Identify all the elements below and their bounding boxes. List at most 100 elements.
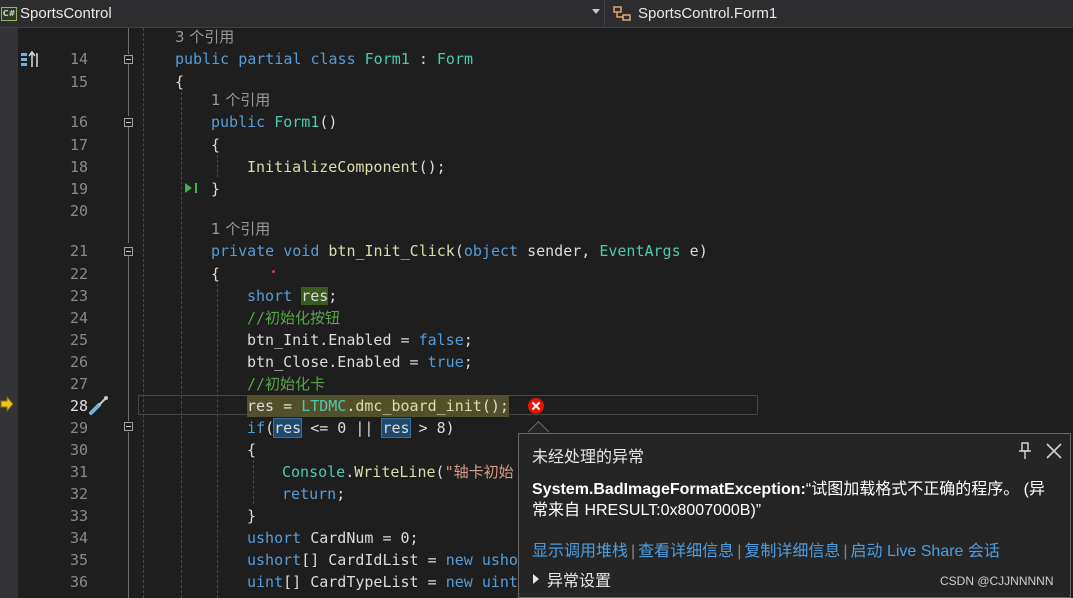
link-separator: | — [737, 543, 742, 560]
code-line-25: btn_Init.Enabled = false; — [247, 329, 473, 351]
punctuation: : — [418, 50, 428, 68]
member-dropdown[interactable]: SportsControl.Form1 — [612, 0, 777, 27]
line-number: 33 — [69, 507, 88, 525]
keyword: false — [418, 331, 464, 349]
view-details-link[interactable]: 查看详细信息 — [638, 543, 734, 560]
code-line-27-comment: //初始化卡 — [247, 375, 326, 393]
line-number: 35 — [69, 551, 88, 569]
keyword: partial — [238, 50, 302, 68]
line-number: 19 — [69, 180, 88, 198]
code-line-35: ushort[] CardIdList = new ushor — [247, 549, 527, 571]
codelens-references[interactable]: 1 个引用 — [211, 89, 270, 111]
line-number: 18 — [69, 158, 88, 176]
code-line-22: { — [211, 265, 221, 283]
line-number: 26 — [69, 353, 88, 371]
line-number: 31 — [69, 463, 88, 481]
collapse-toggle[interactable] — [124, 422, 133, 431]
code-line-19: } — [211, 180, 221, 198]
type-name: Form1 — [274, 113, 320, 131]
punctuation: ; — [463, 353, 473, 371]
member-access: .Enabled = — [328, 353, 428, 371]
code-line-16: public Form1() — [211, 111, 337, 133]
line-number: 14 — [69, 50, 88, 68]
indicator-margin[interactable] — [0, 28, 18, 598]
punctuation: (); — [481, 397, 509, 415]
project-dropdown[interactable]: C# SportsControl — [0, 0, 605, 27]
line-number: 25 — [69, 331, 88, 349]
project-dropdown-label: SportsControl — [20, 5, 112, 22]
show-call-stack-link[interactable]: 显示调用堆栈 — [532, 543, 628, 560]
punctuation: (); — [418, 158, 446, 176]
codelens-sort-icon[interactable] — [20, 50, 40, 70]
collapse-toggle[interactable] — [124, 118, 133, 127]
keyword: ushort — [247, 551, 302, 569]
outline-line — [128, 127, 129, 243]
code-text: [] CardIdList = — [301, 551, 446, 569]
start-live-share-link[interactable]: 启动 Live Share 会话 — [851, 543, 1000, 560]
keyword: uint — [247, 573, 284, 591]
code-line-21: private void btn_Init_Click(object sende… — [211, 242, 708, 260]
keyword: true — [427, 353, 464, 371]
indent-guide — [217, 155, 218, 177]
line-number: 34 — [69, 529, 88, 547]
line-number: 29 — [69, 419, 88, 437]
method-name: dmc_board_init — [355, 397, 482, 415]
identifier: res — [247, 397, 275, 415]
line-number: 36 — [69, 573, 88, 591]
chevron-down-icon[interactable] — [592, 9, 600, 14]
code-line-34: ushort CardNum = 0; — [247, 527, 419, 549]
exception-settings-toggle[interactable]: 异常设置 — [533, 567, 611, 591]
code-line-26: btn_Close.Enabled = true; — [247, 351, 473, 373]
keyword: uint — [481, 573, 518, 591]
collapse-toggle[interactable] — [124, 55, 133, 64]
run-to-click-icon[interactable] — [183, 182, 199, 194]
close-icon[interactable] — [1045, 442, 1063, 460]
collapse-toggle[interactable] — [124, 247, 133, 256]
code-line-23: short res; — [247, 285, 337, 307]
line-number: 24 — [69, 309, 88, 327]
member-access: .Enabled = — [319, 331, 419, 349]
indent-guide — [217, 284, 218, 598]
line-number: 17 — [69, 136, 88, 154]
code-line-30: { — [247, 441, 257, 459]
highlighted-variable: res — [301, 287, 329, 305]
keyword: class — [310, 50, 356, 68]
parameter: e — [689, 242, 699, 260]
parameter: sender — [527, 242, 582, 260]
code-line-33: } — [247, 507, 257, 525]
type-name: Console — [282, 463, 346, 481]
copy-details-link[interactable]: 复制详细信息 — [744, 543, 840, 560]
type-name: EventArgs — [599, 242, 681, 260]
codelens-references[interactable]: 1 个引用 — [211, 218, 270, 240]
punctuation: ( — [265, 419, 275, 437]
code-line-14: public partial class Form1 : Form — [175, 48, 473, 70]
identifier: btn_Close — [247, 353, 329, 371]
line-number: 23 — [69, 287, 88, 305]
class-icon — [613, 5, 631, 21]
member-dropdown-label: SportsControl.Form1 — [638, 5, 778, 22]
codelens-references[interactable]: 3 个引用 — [175, 26, 234, 48]
exception-links: 显示调用堆栈 | 查看详细信息 | 复制详细信息 | 启动 Live Share 会话 — [532, 537, 1000, 561]
indent-guide — [253, 460, 254, 504]
highlighted-variable: res — [381, 418, 411, 438]
keyword: private — [211, 242, 275, 260]
operator: <= 0 || — [301, 419, 383, 437]
operator: > 8) — [409, 419, 455, 437]
error-icon[interactable] — [527, 397, 545, 415]
code-text: [] CardTypeList = — [283, 573, 446, 591]
code-line-31: Console.WriteLine("轴卡初始 — [282, 461, 514, 483]
pin-icon[interactable] — [1018, 442, 1032, 460]
outline-line — [128, 256, 129, 421]
exception-type: System.BadImageFormatException: — [532, 481, 806, 498]
csharp-project-icon: C# — [1, 6, 17, 21]
type-name: Form1 — [364, 50, 410, 68]
code-line-32: return; — [282, 483, 345, 505]
keyword: if — [247, 419, 266, 437]
keyword: public — [211, 113, 266, 131]
punctuation: ( — [454, 242, 464, 260]
exception-settings-label: 异常设置 — [547, 573, 612, 590]
keyword: public — [175, 50, 230, 68]
quick-actions-screwdriver-icon[interactable] — [87, 393, 111, 417]
type-name: Form — [436, 50, 474, 68]
keyword: new — [445, 551, 473, 569]
